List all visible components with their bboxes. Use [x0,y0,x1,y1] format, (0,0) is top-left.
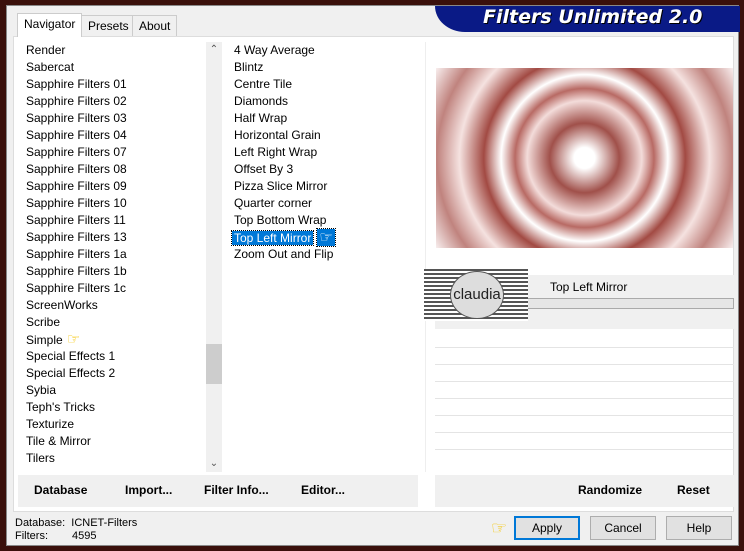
list-item[interactable]: Centre Tile [228,76,425,93]
database-status: Database: ICNET-Filters [15,517,138,529]
toolbar-right: Randomize Reset [435,475,734,507]
list-item[interactable]: Texturize [20,416,206,433]
list-item[interactable]: Special Effects 2 [20,365,206,382]
list-item[interactable]: Offset By 3 [228,161,425,178]
tab-navigator[interactable]: Navigator [17,13,83,37]
list-item[interactable]: Sapphire Filters 01 [20,76,206,93]
watermark-logo: claudia [424,269,528,321]
help-button[interactable]: Help [666,516,732,540]
list-item[interactable]: Half Wrap [228,110,425,127]
filter-list[interactable]: 4 Way Average Blintz Centre Tile Diamonds Ha… [228,42,426,472]
list-item[interactable]: Special Effects 1 [20,348,206,365]
list-item[interactable]: Pizza Slice Mirror [228,178,425,195]
title-banner: Filters Unlimited 2.0 [435,6,740,32]
reset-button[interactable]: Reset [677,483,710,497]
filter-info-button[interactable]: Filter Info... [204,483,269,497]
list-item[interactable]: Sapphire Filters 08 [20,161,206,178]
apply-button[interactable]: Apply [514,516,580,540]
list-item[interactable]: Zoom Out and Flip [228,246,425,263]
tab-about[interactable]: About [132,15,178,36]
list-item[interactable]: Quarter corner [228,195,425,212]
list-item[interactable]: Tile & Mirror [20,433,206,450]
scrollbar-thumb[interactable] [206,344,222,385]
list-item[interactable]: Diamonds [228,93,425,110]
list-item[interactable]: Top Bottom Wrap [228,212,425,229]
scroll-up-icon[interactable]: ⌃ [206,42,222,58]
list-item[interactable]: Top Left Mirror ☞ [228,228,425,247]
list-item[interactable]: Sapphire Filters 09 [20,178,206,195]
list-item[interactable]: Sapphire Filters 04 [20,127,206,144]
editor-button[interactable]: Editor... [301,483,345,497]
category-scrollbar[interactable]: ⌃ ⌄ [206,42,222,472]
list-item[interactable]: Sapphire Filters 02 [20,93,206,110]
list-item[interactable]: Horizontal Grain [228,127,425,144]
list-item[interactable]: Scribe [20,314,206,331]
cancel-button[interactable]: Cancel [590,516,656,540]
tab-presets[interactable]: Presets [81,15,136,36]
randomize-button[interactable]: Randomize [578,483,642,497]
list-item[interactable]: Sapphire Filters 1a [20,246,206,263]
list-item[interactable]: Blintz [228,59,425,76]
toolbar-left: Database Import... Filter Info... Editor… [18,475,418,507]
list-item[interactable]: Sabercat [20,59,206,76]
scroll-down-icon[interactable]: ⌄ [206,456,222,472]
pointing-hand-icon: ☞ [316,228,336,247]
filters-unlimited-window: Filters Unlimited 2.0 Navigator Presets … [6,5,740,546]
pointing-hand-icon: ☞ [66,331,81,348]
list-item[interactable]: Sapphire Filters 03 [20,110,206,127]
list-item[interactable]: Left Right Wrap [228,144,425,161]
list-item[interactable]: Sapphire Filters 1b [20,263,206,280]
filter-name-label: Top Left Mirror [550,280,628,294]
list-item[interactable]: Sybia [20,382,206,399]
list-item[interactable]: Sapphire Filters 11 [20,212,206,229]
list-item[interactable]: Simple ☞ [20,331,206,348]
list-item[interactable]: ScreenWorks [20,297,206,314]
navigator-pane: Render Sabercat Sapphire Filters 01 Sapphir… [13,36,735,512]
preview-image [436,68,733,248]
filters-count: 4595 [72,530,97,542]
database-value: ICNET-Filters [71,517,138,529]
category-list[interactable]: Render Sabercat Sapphire Filters 01 Sapphir… [20,42,206,472]
database-button[interactable]: Database [34,483,87,497]
list-item[interactable]: Sapphire Filters 13 [20,229,206,246]
pointing-hand-icon: ☞ [491,518,508,538]
filters-count-status: Filters: 4595 [15,530,97,542]
list-item[interactable]: 4 Way Average [228,42,425,59]
watermark-text: claudia [450,271,504,319]
list-item[interactable]: Teph's Tricks [20,399,206,416]
list-item[interactable]: Render [20,42,206,59]
list-item[interactable]: Sapphire Filters 07 [20,144,206,161]
import-button[interactable]: Import... [125,483,172,497]
list-item[interactable]: Tilers [20,450,206,467]
list-item[interactable]: Sapphire Filters 10 [20,195,206,212]
list-item[interactable]: Sapphire Filters 1c [20,280,206,297]
